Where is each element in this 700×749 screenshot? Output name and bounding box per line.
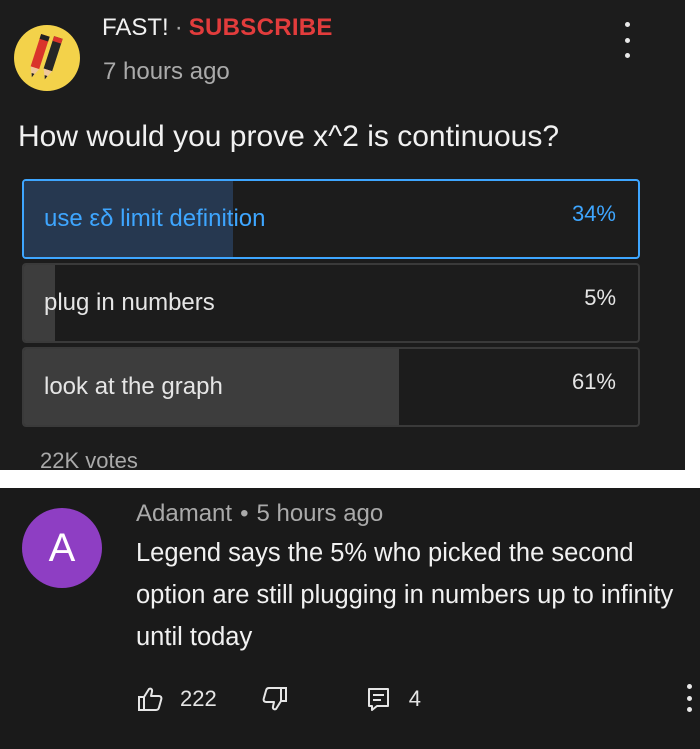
comment-card: A Adamant • 5 hours ago Legend says the 5%…	[0, 488, 700, 749]
commenter-avatar[interactable]: A	[22, 508, 102, 588]
channel-avatar[interactable]	[14, 25, 80, 91]
thumbs-down-icon	[262, 687, 287, 711]
like-button[interactable]: 222	[136, 685, 217, 713]
vote-count: 22K votes	[40, 448, 138, 470]
channel-name[interactable]: FAST!	[102, 14, 169, 41]
reply-count: 4	[408, 686, 421, 711]
crossed-pencils-icon	[30, 34, 63, 80]
poll-option-percent: 34%	[571, 201, 616, 226]
comment-header: Adamant • 5 hours ago	[136, 500, 383, 528]
separator-dot: •	[240, 500, 249, 527]
poll-option-percent: 61%	[571, 369, 616, 394]
poll-option-percent: 5%	[584, 285, 616, 310]
more-vertical-icon[interactable]	[612, 22, 642, 58]
post-timestamp: 7 hours ago	[103, 58, 230, 85]
dislike-button[interactable]	[261, 685, 289, 713]
like-count: 222	[180, 686, 217, 711]
poll-option-label: plug in numbers	[44, 289, 215, 316]
comment-actions: 222 4	[136, 684, 421, 714]
more-vertical-icon[interactable]	[684, 684, 694, 712]
poll-option-1[interactable]: use εδ limit definition 34%	[22, 179, 640, 259]
poll-option-label: use εδ limit definition	[44, 205, 266, 232]
poll-option-label: look at the graph	[44, 373, 223, 400]
poll-option-2[interactable]: plug in numbers 5%	[22, 263, 640, 343]
comment-body: Legend says the 5% who picked the second…	[136, 539, 674, 651]
poll-option-3[interactable]: look at the graph 61%	[22, 347, 640, 427]
separator-dot: ·	[174, 14, 183, 41]
reply-button[interactable]: 4	[365, 685, 421, 713]
community-post: FAST! · SUBSCRIBE 7 hours ago How would yo…	[0, 0, 685, 470]
comment-author[interactable]: Adamant	[136, 500, 232, 527]
thumbs-up-icon	[138, 687, 163, 711]
subscribe-button[interactable]: SUBSCRIBE	[189, 14, 333, 41]
channel-header: FAST! · SUBSCRIBE	[102, 14, 333, 42]
poll-question: How would you prove x^2 is continuous?	[18, 120, 560, 153]
comment-timestamp: 5 hours ago	[256, 500, 384, 527]
reply-comment-icon	[367, 688, 389, 711]
